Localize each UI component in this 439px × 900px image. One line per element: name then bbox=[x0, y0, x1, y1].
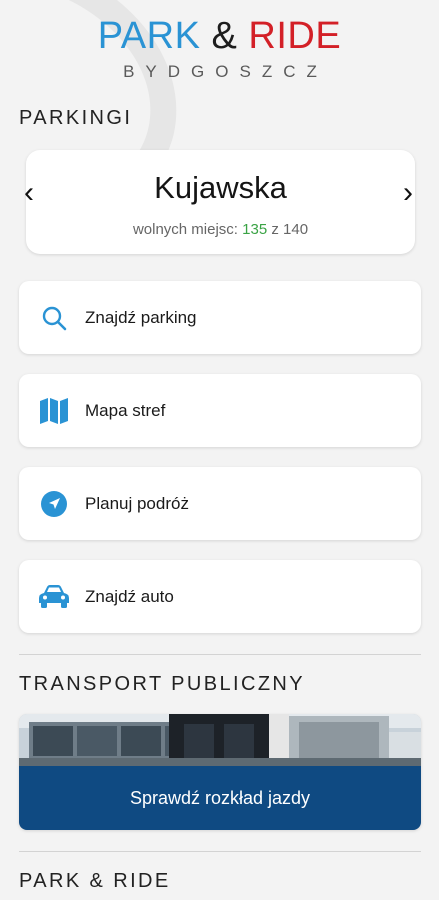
transport-section-title: TRANSPORT PUBLICZNY bbox=[19, 673, 306, 695]
parkings-section-title: PARKINGI bbox=[19, 107, 133, 129]
logo-ampersand: & bbox=[211, 15, 238, 57]
total-spaces-count: 140 bbox=[283, 221, 309, 238]
logo-ride: RIDE bbox=[248, 15, 342, 57]
parking-name: Kujawska bbox=[154, 170, 287, 205]
bus-photo bbox=[19, 714, 421, 766]
app-logo: PARK & RIDE BYDGOSZCZ bbox=[0, 14, 439, 82]
plan-trip-label: Planuj podróż bbox=[85, 493, 189, 513]
find-parking-button[interactable]: Znajdź parking bbox=[19, 281, 421, 354]
park-ride-section-title: PARK & RIDE bbox=[19, 870, 171, 892]
zone-map-button[interactable]: Mapa stref bbox=[19, 374, 421, 447]
section-divider bbox=[19, 851, 421, 852]
free-spaces-separator: z bbox=[271, 221, 279, 238]
search-icon bbox=[37, 301, 71, 335]
free-spaces-count: 135 bbox=[242, 221, 268, 238]
logo-city: BYDGOSZCZ bbox=[123, 62, 328, 81]
free-spaces-label: wolnych miejsc: bbox=[132, 221, 238, 238]
parking-carousel-card[interactable]: ‹ Kujawska wolnych miejsc: 135 z 140 › bbox=[24, 150, 415, 254]
find-car-label: Znajdź auto bbox=[85, 586, 174, 606]
check-timetable-button[interactable]: Sprawdź rozkład jazdy bbox=[19, 766, 421, 830]
map-icon bbox=[37, 394, 71, 428]
chevron-right-icon[interactable]: › bbox=[393, 176, 423, 210]
logo-wordmark: PARK & RIDE bbox=[0, 14, 439, 58]
logo-park: PARK bbox=[97, 15, 201, 57]
plan-trip-button[interactable]: Planuj podróż bbox=[19, 467, 421, 540]
section-divider bbox=[19, 654, 421, 655]
find-car-button[interactable]: Znajdź auto bbox=[19, 560, 421, 633]
parking-availability: wolnych miejsc: 135 z 140 bbox=[26, 221, 415, 238]
timetable-card[interactable]: Sprawdź rozkład jazdy bbox=[19, 714, 421, 830]
zone-map-label: Mapa stref bbox=[85, 400, 166, 420]
find-parking-label: Znajdź parking bbox=[85, 307, 197, 327]
car-icon bbox=[37, 580, 71, 614]
navigation-icon bbox=[37, 487, 71, 521]
